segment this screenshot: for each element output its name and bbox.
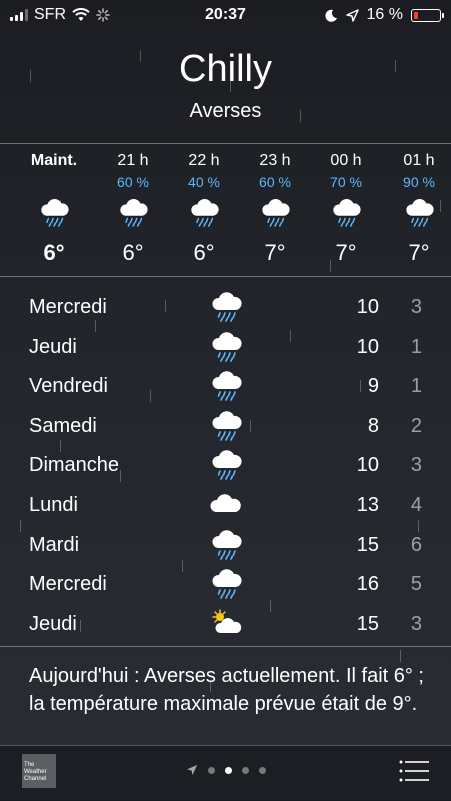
battery-percent: 16 % [366, 6, 403, 23]
day-name: Samedi [29, 414, 97, 437]
hour-label: 22 h [188, 152, 220, 169]
low-temperature: 2 [410, 414, 422, 437]
rain-cloud-icon [404, 194, 434, 228]
daily-row: Vendredi 9 1 [0, 365, 451, 405]
day-name: Vendredi [29, 375, 108, 398]
location-arrow-icon [345, 8, 359, 22]
hour-temperature: 7° [335, 240, 357, 265]
rain-cloud-icon [210, 407, 242, 441]
low-temperature: 4 [410, 494, 422, 516]
location-arrow-icon [186, 764, 197, 776]
today-summary: Aujourd'hui : Averses actuellement. Il f… [29, 665, 424, 715]
day-name: Jeudi [29, 335, 77, 358]
low-temperature: 3 [410, 454, 422, 477]
city-name: Chilly [179, 48, 272, 90]
do-not-disturb-moon-icon [324, 9, 337, 22]
hour-temperature: 6° [193, 240, 215, 265]
cloud-icon [210, 486, 242, 520]
low-temperature: 3 [410, 612, 422, 635]
hourly-forecast[interactable]: Maint. 6° 21 h 60 % 6° 22 h 40 % 6° 23 h 60 % 7° 00… [0, 143, 451, 277]
low-temperature: 1 [410, 335, 422, 358]
page-indicator[interactable] [0, 764, 451, 776]
day-name: Mercredi [29, 296, 107, 318]
low-temperature: 1 [410, 375, 422, 398]
battery-icon [411, 8, 444, 22]
high-temperature: 13 [356, 494, 379, 516]
rain-cloud-icon [210, 328, 242, 362]
precip-chance: 60 % [259, 174, 291, 190]
high-temperature: 15 [356, 533, 379, 556]
hour-temperature: 7° [408, 240, 430, 265]
rain-cloud-icon [210, 288, 242, 322]
rain-cloud-icon [118, 194, 148, 228]
day-name: Jeudi [29, 612, 77, 635]
high-temperature: 10 [356, 335, 379, 358]
daily-row: Mercredi 10 3 [0, 286, 451, 326]
day-name: Dimanche [29, 454, 120, 477]
rain-cloud-icon [210, 446, 242, 481]
rain-cloud-icon [189, 194, 219, 228]
rain-cloud-icon [210, 565, 242, 599]
low-temperature: 3 [410, 296, 422, 318]
daily-row: Lundi 13 4 [0, 484, 451, 524]
divider [0, 646, 451, 647]
hour-label: 23 h [259, 152, 291, 169]
current-condition: Averses [189, 100, 262, 122]
battery-level [414, 11, 418, 19]
high-temperature: 15 [356, 612, 379, 635]
rain-cloud-icon [210, 367, 242, 401]
low-temperature: 6 [410, 533, 422, 556]
bottom-toolbar: The Weather Channel [0, 745, 451, 801]
daily-row: Jeudi 15 3 [0, 603, 451, 643]
partly-sunny-icon [210, 605, 242, 639]
high-temperature: 10 [356, 296, 379, 318]
low-temperature: 5 [410, 573, 422, 596]
daily-row: Mardi 15 6 [0, 524, 451, 564]
rain-cloud-icon [39, 194, 69, 228]
rain-cloud-icon [210, 526, 242, 560]
status-bar: SFR 20:37 16 % [0, 0, 451, 30]
hour-label: 00 h [330, 152, 362, 169]
hour-label: 01 h [403, 152, 435, 169]
high-temperature: 8 [367, 414, 379, 437]
precip-chance: 70 % [330, 174, 362, 190]
hour-label: Maint. [30, 152, 78, 169]
daily-row: Jeudi 10 1 [0, 326, 451, 366]
page-dot[interactable] [258, 766, 266, 774]
rain-cloud-icon [260, 194, 290, 228]
high-temperature: 16 [356, 573, 379, 596]
precip-chance: 90 % [403, 174, 435, 190]
high-temperature: 9 [367, 375, 379, 398]
hour-label: 21 h [117, 152, 149, 169]
hour-temperature: 6° [43, 240, 65, 265]
high-temperature: 10 [356, 454, 379, 477]
page-dot[interactable] [241, 766, 249, 774]
day-name: Mercredi [29, 573, 107, 596]
page-dot[interactable] [224, 766, 232, 774]
precip-chance: 60 % [117, 174, 149, 190]
hour-temperature: 7° [264, 240, 286, 265]
precip-chance: 40 % [188, 174, 220, 190]
day-name: Mardi [29, 533, 80, 556]
daily-row: Dimanche 10 3 [0, 444, 451, 484]
rain-cloud-icon [331, 194, 361, 228]
daily-row: Samedi 8 2 [0, 405, 451, 445]
day-name: Lundi [29, 494, 78, 516]
city-list-icon[interactable] [399, 760, 429, 782]
daily-row: Mercredi 16 5 [0, 563, 451, 603]
page-dot[interactable] [207, 766, 215, 774]
hour-temperature: 6° [122, 240, 144, 265]
